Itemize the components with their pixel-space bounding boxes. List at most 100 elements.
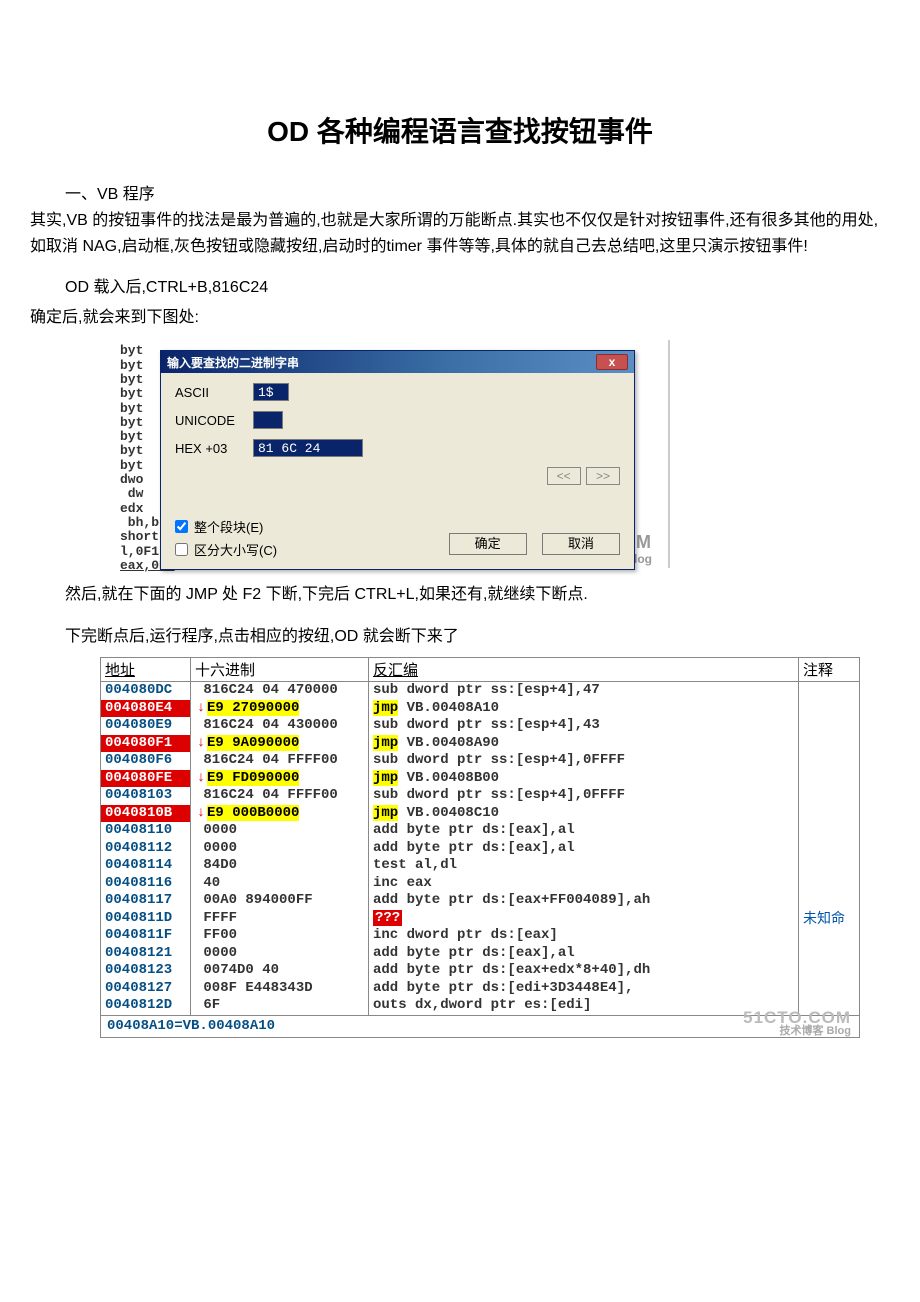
cell-address: 00408127 — [101, 980, 191, 998]
ascii-input[interactable]: 1$ — [253, 383, 289, 401]
cell-disasm: inc eax — [369, 875, 799, 893]
header-address[interactable]: 地址 — [101, 658, 191, 682]
paragraph-4: 然后,就在下面的 JMP 处 F2 下断,下完后 CTRL+L,如果还有,就继续… — [65, 582, 890, 608]
table-row[interactable]: 004080F6 816C24 04 FFFF00sub dword ptr s… — [101, 752, 859, 770]
table-row[interactable]: 004080E4↓E9 27090000jmp VB.00408A10 — [101, 700, 859, 718]
header-hex[interactable]: 十六进制 — [191, 658, 369, 682]
cell-address: 0040811F — [101, 927, 191, 945]
cell-comment — [799, 805, 859, 823]
table-row[interactable]: 00408121 0000add byte ptr ds:[eax],al — [101, 945, 859, 963]
cell-disasm: add byte ptr ds:[eax],al — [369, 945, 799, 963]
cell-hex: 0000 — [191, 945, 369, 963]
table-row[interactable]: 004080DC 816C24 04 470000sub dword ptr s… — [101, 682, 859, 700]
cell-comment — [799, 717, 859, 735]
cell-hex: 0074D0 40 — [191, 962, 369, 980]
cell-comment — [799, 875, 859, 893]
cell-hex: FFFF — [191, 910, 369, 928]
unicode-label: UNICODE — [175, 413, 253, 428]
cell-disasm: jmp VB.00408C10 — [369, 805, 799, 823]
table-row[interactable]: 00408114 84D0test al,dl — [101, 857, 859, 875]
table-row[interactable]: 004080E9 816C24 04 430000sub dword ptr s… — [101, 717, 859, 735]
hex-input[interactable]: 81 6C 24 — [253, 439, 363, 457]
page-title: OD 各种编程语言查找按钮事件 — [30, 110, 890, 150]
close-button[interactable]: x — [596, 354, 628, 370]
cell-address: 00408112 — [101, 840, 191, 858]
whole-block-label: 整个段块(E) — [194, 517, 263, 536]
cell-hex: 40 — [191, 875, 369, 893]
cell-address: 00408117 — [101, 892, 191, 910]
header-disasm[interactable]: 反汇编 — [369, 658, 799, 682]
cell-disasm: sub dword ptr ss:[esp+4],43 — [369, 717, 799, 735]
cell-disasm: add byte ptr ds:[eax+FF004089],ah — [369, 892, 799, 910]
cell-address: 00408116 — [101, 875, 191, 893]
cell-hex: ↓E9 27090000 — [191, 700, 369, 718]
cell-comment — [799, 752, 859, 770]
table-row[interactable]: 00408112 0000add byte ptr ds:[eax],al — [101, 840, 859, 858]
table-row[interactable]: 00408103 816C24 04 FFFF00sub dword ptr s… — [101, 787, 859, 805]
disasm-header-row: 地址 十六进制 反汇编 注释 — [101, 658, 859, 682]
cell-address: 00408103 — [101, 787, 191, 805]
cell-comment — [799, 822, 859, 840]
cell-address: 004080FE — [101, 770, 191, 788]
table-row[interactable]: 004080F1↓E9 9A090000jmp VB.00408A90 — [101, 735, 859, 753]
header-comment[interactable]: 注释 — [799, 658, 859, 682]
cell-comment — [799, 980, 859, 998]
cell-disasm: inc dword ptr ds:[eax] — [369, 927, 799, 945]
cell-comment — [799, 892, 859, 910]
table-row[interactable]: 00408123 0074D0 40add byte ptr ds:[eax+e… — [101, 962, 859, 980]
case-sensitive-checkbox[interactable] — [175, 543, 188, 556]
ascii-label: ASCII — [175, 385, 253, 400]
cell-disasm: jmp VB.00408A90 — [369, 735, 799, 753]
cell-hex: 816C24 04 470000 — [191, 682, 369, 700]
section-1-heading: 一、VB 程序 — [65, 180, 890, 204]
table-row[interactable]: 0040810B↓E9 000B0000jmp VB.00408C10 — [101, 805, 859, 823]
cell-address: 00408123 — [101, 962, 191, 980]
cancel-button[interactable]: 取消 — [542, 533, 620, 555]
cell-disasm: sub dword ptr ss:[esp+4],47 — [369, 682, 799, 700]
cell-disasm: outs dx,dword ptr es:[edi] — [369, 997, 799, 1015]
cell-hex: FF00 — [191, 927, 369, 945]
cell-comment — [799, 787, 859, 805]
cell-hex: 6F — [191, 997, 369, 1015]
cell-address: 004080F1 — [101, 735, 191, 753]
cell-hex: 0000 — [191, 822, 369, 840]
cell-hex: 0000 — [191, 840, 369, 858]
cell-address: 00408110 — [101, 822, 191, 840]
table-row[interactable]: 00408110 0000add byte ptr ds:[eax],al — [101, 822, 859, 840]
cell-hex: 816C24 04 430000 — [191, 717, 369, 735]
cell-hex: ↓E9 9A090000 — [191, 735, 369, 753]
cell-address: 004080F6 — [101, 752, 191, 770]
table-row[interactable]: 0040811D FFFF???未知命 — [101, 910, 859, 928]
cell-hex: 84D0 — [191, 857, 369, 875]
nav-next-button[interactable]: >> — [586, 467, 620, 485]
whole-block-checkbox[interactable] — [175, 520, 188, 533]
binary-search-dialog: 输入要查找的二进制字串 x ASCII 1$ UNICODE HEX +03 8… — [160, 350, 635, 570]
cell-address: 0040812D — [101, 997, 191, 1015]
cell-comment — [799, 857, 859, 875]
od-disassembly-screenshot: 地址 十六进制 反汇编 注释 004080DC 816C24 04 470000… — [100, 657, 860, 1038]
table-row[interactable]: 00408116 40inc eax — [101, 875, 859, 893]
cell-comment — [799, 927, 859, 945]
paragraph-2: OD 载入后,CTRL+B,816C24 — [65, 275, 890, 301]
cell-address: 00408121 — [101, 945, 191, 963]
ok-button[interactable]: 确定 — [449, 533, 527, 555]
table-row[interactable]: 00408127 008F E448343Dadd byte ptr ds:[e… — [101, 980, 859, 998]
cell-hex: 008F E448343D — [191, 980, 369, 998]
cell-hex: ↓E9 FD090000 — [191, 770, 369, 788]
table-row[interactable]: 0040811F FF00inc dword ptr ds:[eax] — [101, 927, 859, 945]
cell-comment — [799, 682, 859, 700]
case-sensitive-label: 区分大小写(C) — [194, 540, 277, 559]
cell-address: 00408114 — [101, 857, 191, 875]
cell-hex: 00A0 894000FF — [191, 892, 369, 910]
table-row[interactable]: 004080FE↓E9 FD090000jmp VB.00408B00 — [101, 770, 859, 788]
table-row[interactable]: 00408117 00A0 894000FFadd byte ptr ds:[e… — [101, 892, 859, 910]
nav-prev-button[interactable]: << — [547, 467, 581, 485]
cell-address: 004080DC — [101, 682, 191, 700]
unicode-input[interactable] — [253, 411, 283, 429]
od-search-dialog-screenshot: byt byt byt byt byt byt byt byt byt dwo … — [110, 340, 670, 568]
dialog-title: 输入要查找的二进制字串 — [167, 354, 299, 371]
cell-comment — [799, 962, 859, 980]
cell-comment — [799, 700, 859, 718]
cell-address: 0040811D — [101, 910, 191, 928]
cell-disasm: sub dword ptr ss:[esp+4],0FFFF — [369, 787, 799, 805]
